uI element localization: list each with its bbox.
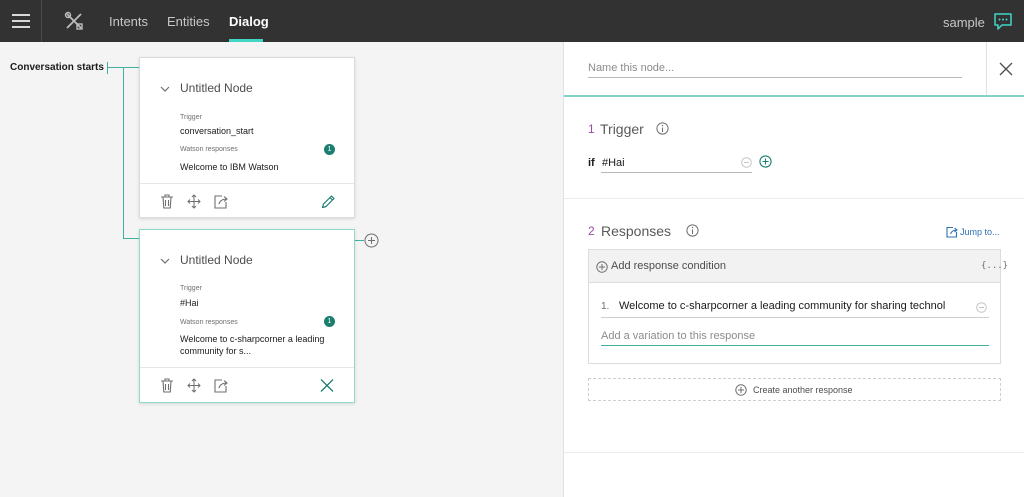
- node-editor-panel: 1 Trigger if 2 Responses Jump to... Add …: [563, 42, 1024, 497]
- jump-to-link[interactable]: Jump to...: [960, 227, 1000, 237]
- add-circle-icon[interactable]: [596, 261, 608, 273]
- if-label: if: [588, 157, 595, 169]
- code-editor-icon[interactable]: {...}: [981, 261, 1008, 271]
- divider: [986, 42, 987, 96]
- jump-to-icon[interactable]: [214, 378, 228, 393]
- create-another-response-label[interactable]: Create another response: [753, 385, 853, 395]
- info-icon[interactable]: [686, 224, 699, 237]
- trash-icon[interactable]: [160, 194, 174, 209]
- node-footer: [140, 183, 354, 218]
- dialog-node-2[interactable]: Untitled Node Trigger #Hai Watson respon…: [139, 229, 355, 403]
- response-preview-line-1: Welcome to c-sharpcorner a leading: [180, 334, 325, 344]
- edit-pencil-icon[interactable]: [321, 194, 335, 209]
- menu-line: [12, 20, 30, 22]
- active-tab-indicator: [229, 39, 263, 42]
- close-icon[interactable]: [320, 378, 334, 393]
- trigger-value: conversation_start: [180, 126, 254, 136]
- node-title: Untitled Node: [180, 253, 253, 267]
- tab-intents[interactable]: Intents: [109, 14, 148, 29]
- response-number: 1.: [601, 301, 610, 312]
- response-condition-header[interactable]: Add response condition {...}: [589, 250, 1008, 283]
- responses-section-number: 2: [588, 224, 595, 238]
- remove-response-icon[interactable]: [976, 302, 987, 313]
- section-divider: [564, 452, 1024, 453]
- trigger-condition-input[interactable]: [601, 154, 752, 173]
- trigger-label: Trigger: [180, 285, 202, 292]
- response-variation-input[interactable]: [601, 326, 989, 346]
- connector-tick: [107, 62, 108, 74]
- remove-condition-icon[interactable]: [741, 157, 752, 168]
- move-icon[interactable]: [187, 378, 201, 393]
- panel-accent-line: [564, 95, 1024, 97]
- trigger-value: #Hai: [180, 298, 199, 308]
- dialog-node-1[interactable]: Untitled Node Trigger conversation_start…: [139, 57, 355, 218]
- response-text[interactable]: Welcome to c-sharpcorner a leading commu…: [619, 300, 969, 312]
- add-condition-icon[interactable]: [759, 155, 772, 168]
- trigger-label: Trigger: [180, 114, 202, 121]
- node-footer: [140, 367, 354, 402]
- node-name-input[interactable]: [588, 58, 962, 78]
- response-count-badge: 1: [324, 144, 335, 155]
- add-response-condition-label[interactable]: Add response condition: [611, 260, 726, 272]
- connector-line: [355, 240, 364, 241]
- jump-to-icon[interactable]: [214, 194, 228, 209]
- chat-icon[interactable]: [993, 11, 1013, 31]
- close-icon[interactable]: [999, 62, 1013, 76]
- response-box: Add response condition {...} 1. Welcome …: [588, 249, 1008, 364]
- connector-line: [123, 67, 124, 239]
- info-icon[interactable]: [656, 122, 669, 135]
- section-divider: [564, 198, 1024, 199]
- tab-entities[interactable]: Entities: [167, 14, 210, 29]
- connector-line: [123, 238, 139, 239]
- workspace-name[interactable]: sample: [943, 15, 985, 30]
- chevron-down-icon[interactable]: [160, 256, 170, 266]
- conversation-starts-label: Conversation starts: [10, 62, 104, 73]
- trigger-section-number: 1: [588, 122, 595, 136]
- responses-label: Watson responses: [180, 319, 238, 326]
- create-another-response-button[interactable]: Create another response: [588, 378, 1001, 401]
- add-circle-icon[interactable]: [735, 384, 747, 396]
- response-preview-line-2: community for s...: [180, 346, 252, 356]
- responses-section-title: Responses: [601, 223, 672, 239]
- chevron-down-icon[interactable]: [160, 84, 170, 94]
- top-bar: Intents Entities Dialog sample: [0, 0, 1024, 42]
- response-underline: [601, 317, 989, 318]
- jump-to-icon[interactable]: [946, 226, 958, 238]
- response-count-badge: 1: [324, 316, 335, 327]
- response-preview: Welcome to IBM Watson: [180, 162, 279, 172]
- responses-label: Watson responses: [180, 146, 238, 153]
- trigger-section-title: Trigger: [600, 121, 644, 137]
- tab-dialog[interactable]: Dialog: [229, 14, 269, 29]
- node-title: Untitled Node: [180, 81, 253, 95]
- add-node-icon[interactable]: [364, 233, 379, 248]
- hamburger-menu-button[interactable]: [0, 0, 42, 42]
- tools-icon[interactable]: [64, 11, 84, 31]
- menu-line: [12, 14, 30, 16]
- menu-line: [12, 26, 30, 28]
- move-icon[interactable]: [187, 194, 201, 209]
- trash-icon[interactable]: [160, 378, 174, 393]
